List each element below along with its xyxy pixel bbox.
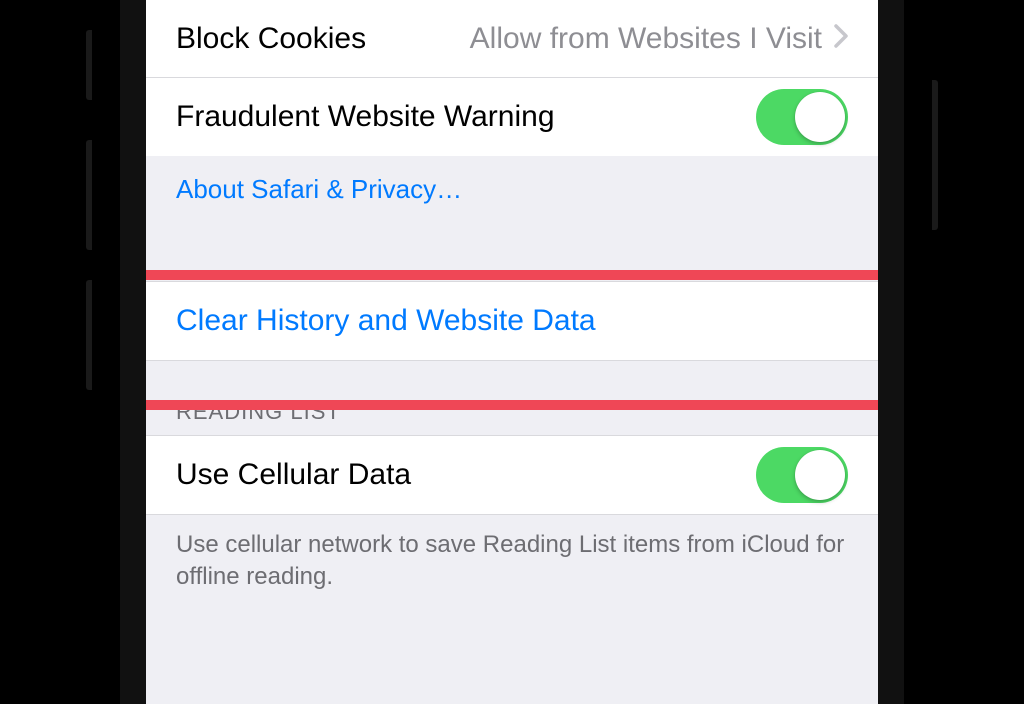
block-cookies-label: Block Cookies <box>176 22 366 56</box>
fraudulent-warning-toggle[interactable] <box>756 89 848 145</box>
privacy-group: Block Cookies Allow from Websites I Visi… <box>146 0 878 156</box>
clear-data-group: Clear History and Website Data <box>146 281 878 361</box>
reading-list-footer-text: Use cellular network to save Reading Lis… <box>176 531 844 590</box>
about-safari-privacy-label: About Safari & Privacy… <box>176 174 462 204</box>
fraudulent-warning-row[interactable]: Fraudulent Website Warning <box>146 78 878 156</box>
volume-up <box>86 140 92 250</box>
block-cookies-value: Allow from Websites I Visit <box>366 22 828 56</box>
toggle-knob <box>795 450 845 500</box>
use-cellular-data-row[interactable]: Use Cellular Data <box>146 436 878 514</box>
power-button <box>932 80 938 230</box>
clear-history-label: Clear History and Website Data <box>176 304 596 338</box>
mute-switch <box>86 30 92 100</box>
reading-list-footer: Use cellular network to save Reading Lis… <box>146 514 878 624</box>
fraudulent-warning-label: Fraudulent Website Warning <box>176 100 555 134</box>
use-cellular-data-toggle[interactable] <box>756 447 848 503</box>
reading-list-group: Use Cellular Data <box>146 435 878 514</box>
volume-down <box>86 280 92 390</box>
spacer <box>146 225 878 281</box>
about-safari-privacy-link[interactable]: About Safari & Privacy… <box>146 156 878 225</box>
reading-list-header: READING LIST <box>146 361 878 435</box>
chevron-right-icon <box>828 22 848 56</box>
reading-list-header-label: READING LIST <box>176 399 341 424</box>
clear-history-row[interactable]: Clear History and Website Data <box>146 282 878 360</box>
use-cellular-data-label: Use Cellular Data <box>176 458 411 492</box>
toggle-knob <box>795 92 845 142</box>
block-cookies-row[interactable]: Block Cookies Allow from Websites I Visi… <box>146 0 878 78</box>
settings-screen: Block Cookies Allow from Websites I Visi… <box>146 0 878 704</box>
phone-frame: Block Cookies Allow from Websites I Visi… <box>92 0 932 704</box>
